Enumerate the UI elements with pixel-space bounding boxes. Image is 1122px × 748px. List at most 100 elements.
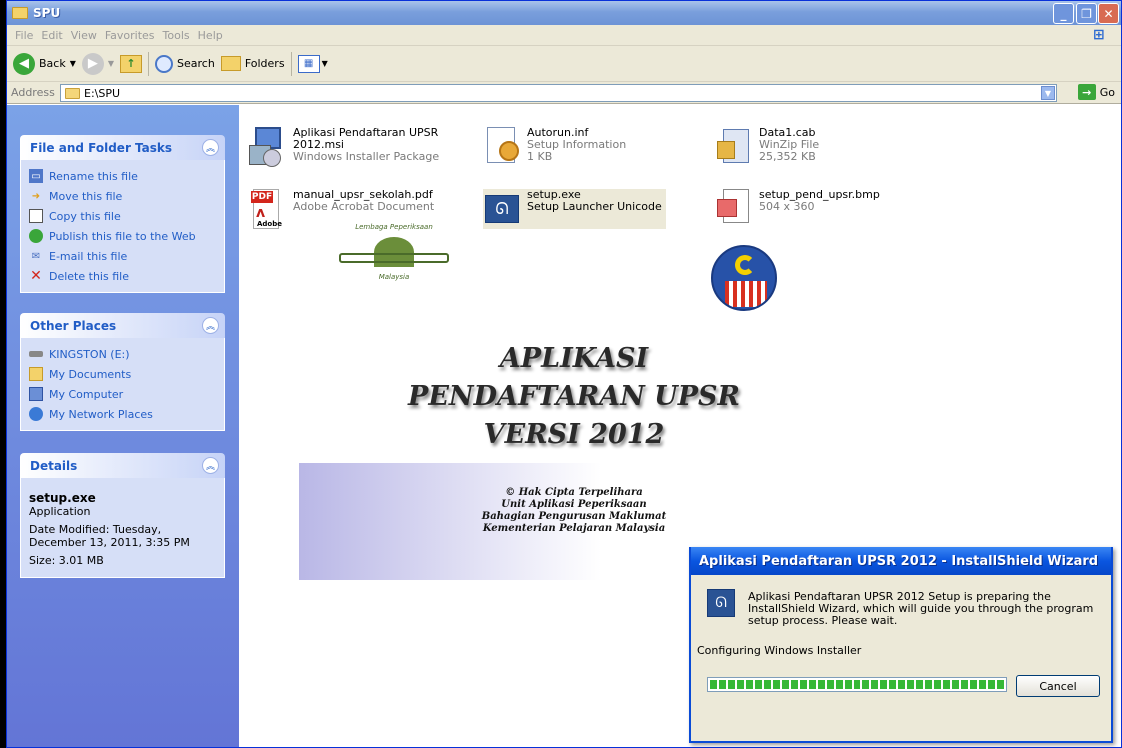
progress-segment: [952, 680, 960, 689]
progress-segment: [988, 680, 995, 689]
details-filename: setup.exe: [29, 491, 96, 505]
my-computer-link[interactable]: My Computer: [29, 384, 216, 404]
pdf-icon: PDF ʌ Adobe: [249, 189, 287, 229]
delete-icon: ✕: [30, 268, 42, 284]
toolbar-separator: [290, 51, 292, 76]
collapse-icon[interactable]: ︽: [202, 317, 219, 334]
folders-label: Folders: [244, 57, 285, 70]
setup-information-icon: [483, 127, 521, 167]
views-button[interactable]: ▦ ▼: [297, 50, 328, 78]
logo-text: Lembaga Peperiksaan: [355, 223, 433, 231]
chevron-down-icon[interactable]: ▼: [322, 59, 328, 68]
link-label: My Computer: [49, 387, 124, 401]
folders-icon: [220, 56, 241, 71]
rename-file-link[interactable]: ▭ Rename this file: [29, 166, 216, 186]
back-arrow-icon: ◀: [13, 52, 35, 75]
menu-tools[interactable]: Tools: [163, 29, 190, 42]
restore-button[interactable]: ❐: [1076, 3, 1097, 24]
progress-segment: [736, 680, 744, 689]
file-item-autorun[interactable]: Autorun.inf Setup Information 1 KB: [483, 127, 626, 167]
folder-icon: [65, 87, 80, 99]
menu-view[interactable]: View: [71, 29, 97, 42]
dialog-message: Aplikasi Pendaftaran UPSR 2012 Setup is …: [748, 590, 1094, 627]
progress-segment: [727, 680, 735, 689]
title-bar[interactable]: SPU _ ❐ ✕: [7, 1, 1121, 25]
menu-favorites[interactable]: Favorites: [105, 29, 155, 42]
windows-logo-icon: ⊞: [1093, 27, 1105, 43]
link-label: Copy this file: [49, 209, 121, 223]
progress-segment: [817, 680, 825, 689]
drive-icon: [29, 351, 43, 357]
details-modified: Date Modified: Tuesday,: [29, 523, 162, 536]
address-path: E:\SPU: [84, 86, 121, 100]
chevron-down-icon[interactable]: ▼: [70, 59, 76, 68]
progress-segment: [871, 680, 879, 689]
kingston-drive-link[interactable]: KINGSTON (E:): [29, 344, 216, 364]
panel-header[interactable]: File and Folder Tasks ︽: [20, 135, 225, 160]
file-size: 25,352 KB: [759, 150, 816, 163]
progress-segment: [853, 680, 861, 689]
lembaga-peperiksaan-logo: Lembaga Peperiksaan Malaysia: [339, 223, 449, 283]
search-button[interactable]: Search: [155, 50, 215, 78]
progress-segment: [835, 680, 843, 689]
link-label: Rename this file: [49, 169, 138, 183]
file-item-msi[interactable]: Aplikasi Pendaftaran UPSR 2012.msi Windows…: [249, 127, 439, 167]
network-icon: [29, 407, 43, 421]
menu-edit[interactable]: Edit: [41, 29, 62, 42]
progress-segment: [844, 680, 852, 689]
copyright-line: © Hak Cipta Terpelihara: [505, 487, 643, 498]
move-file-link[interactable]: ➜ Move this file: [29, 186, 216, 206]
my-network-places-link[interactable]: My Network Places: [29, 404, 216, 424]
search-label: Search: [177, 57, 215, 70]
chevron-down-icon[interactable]: ▼: [108, 59, 114, 68]
progress-segment: [799, 680, 807, 689]
close-button[interactable]: ✕: [1098, 3, 1119, 24]
panel-body: setup.exe Application Date Modified: Tue…: [20, 478, 225, 578]
progress-segment: [745, 680, 753, 689]
link-label: E-mail this file: [49, 249, 128, 263]
move-icon: ➜: [31, 190, 41, 202]
panel-header[interactable]: Other Places ︽: [20, 313, 225, 338]
up-folder-button[interactable]: ↑: [120, 50, 143, 78]
banner-title-3: VERSI 2012: [483, 419, 665, 450]
forward-button[interactable]: ▶ ▼: [81, 50, 114, 78]
copyright-line: Kementerian Pelajaran Malaysia: [482, 523, 666, 534]
back-button[interactable]: ◀ Back ▼: [13, 50, 76, 78]
minimize-button[interactable]: _: [1053, 3, 1074, 24]
delete-file-link[interactable]: ✕ Delete this file: [29, 266, 216, 286]
folder-icon: [12, 7, 28, 19]
link-label: My Network Places: [49, 407, 153, 421]
progress-segment: [754, 680, 762, 689]
email-file-link[interactable]: ✉ E-mail this file: [29, 246, 216, 266]
link-label: Delete this file: [49, 269, 129, 283]
copy-file-link[interactable]: Copy this file: [29, 206, 216, 226]
go-button[interactable]: → Go: [1077, 84, 1115, 100]
progress-segment: [925, 680, 933, 689]
details-modified-date: December 13, 2011, 3:35 PM: [29, 536, 190, 549]
my-documents-link[interactable]: My Documents: [29, 364, 216, 384]
menu-bar: File Edit View Favorites Tools Help ⊞: [7, 25, 1121, 46]
link-label: Move this file: [49, 189, 123, 203]
dialog-status: Configuring Windows Installer: [697, 644, 862, 657]
collapse-icon[interactable]: ︽: [202, 139, 219, 156]
publish-web-link[interactable]: Publish this file to the Web: [29, 226, 216, 246]
chevron-down-icon[interactable]: ▼: [1041, 86, 1055, 100]
progress-segment: [880, 680, 888, 689]
file-item-data-cab[interactable]: Data1.cab WinZip File 25,352 KB: [715, 127, 819, 167]
menu-help[interactable]: Help: [198, 29, 223, 42]
progress-segment: [979, 680, 987, 689]
banner-title-1: APLIKASI: [499, 343, 649, 374]
task-pane: File and Folder Tasks ︽ ▭ Rename this fil…: [7, 105, 239, 747]
file-type: Windows Installer Package: [293, 150, 440, 163]
details-panel: Details ︽ setup.exe Application Date Mod…: [20, 453, 225, 578]
cancel-button[interactable]: Cancel: [1016, 675, 1100, 697]
go-label: Go: [1099, 85, 1115, 99]
address-input[interactable]: E:\SPU ▼: [60, 84, 1057, 102]
search-icon: [155, 54, 174, 73]
folders-button[interactable]: Folders: [220, 50, 285, 78]
menu-file[interactable]: File: [15, 29, 33, 42]
panel-header[interactable]: Details ︽: [20, 453, 225, 478]
logo-text: Malaysia: [378, 273, 410, 281]
collapse-icon[interactable]: ︽: [202, 457, 219, 474]
dialog-title-bar[interactable]: Aplikasi Pendaftaran UPSR 2012 - Install…: [691, 547, 1111, 575]
